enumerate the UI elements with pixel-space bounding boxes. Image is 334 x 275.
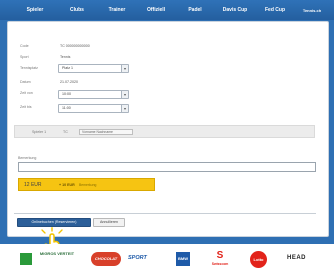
date-label: Datum — [20, 80, 31, 84]
sponsor-chocolat: CHOCOLAT — [91, 252, 121, 266]
sponsor-green-logo — [20, 253, 32, 265]
time-from-label: Zeit von — [20, 91, 33, 95]
divider — [14, 213, 316, 214]
player-name-value: Vorname Nachname — [82, 130, 113, 134]
code-label: Code — [20, 44, 29, 48]
sponsor-bar: MIGROS VERTEIT CHOCOLAT SPORT BMW S Swis… — [0, 244, 334, 275]
player-label: Spieler 1 — [32, 130, 47, 134]
nav-davis-cup[interactable]: Davis Cup — [214, 7, 256, 13]
nav-offiziell[interactable]: Offiziell — [136, 7, 176, 13]
book-online-button[interactable]: Onlinebuchen (Reservieren) — [17, 218, 91, 227]
time-to-label: Zeit bis — [20, 105, 32, 109]
sponsor-lotto: Lotto — [250, 251, 267, 268]
player-code: TC — [63, 130, 68, 134]
time-from-value: 10:00 — [62, 92, 71, 96]
nav-fed-cup[interactable]: Fed Cup — [256, 7, 294, 13]
price-note-tag: Bemerkung — [79, 183, 97, 187]
sport-value: Tennis — [60, 55, 71, 59]
nav-tennis-ch[interactable]: Tennis.ch — [294, 8, 330, 13]
court-label: Tennisplatz — [20, 66, 38, 70]
price-amount: 12 EUR — [24, 182, 42, 188]
time-to-value: 11:00 — [62, 106, 71, 110]
swisscom-s-icon: S — [216, 250, 224, 261]
sponsor-head: HEAD — [287, 255, 307, 261]
player-name-field[interactable]: Vorname Nachname — [79, 129, 133, 135]
top-navigation: Spieler Clubs Trainer Offiziell Padel Da… — [0, 0, 334, 20]
sponsor-migros: MIGROS VERTEIT — [39, 251, 75, 256]
court-select[interactable]: Platz 1 ▾ — [58, 64, 129, 73]
date-value: 21.07.2020 — [60, 80, 78, 84]
sponsor-swisscom: Swisscom — [211, 262, 229, 266]
time-from-select[interactable]: 10:00 ▾ — [58, 90, 129, 99]
nav-spieler[interactable]: Spieler — [14, 7, 56, 13]
notes-input[interactable] — [18, 162, 316, 172]
nav-clubs[interactable]: Clubs — [56, 7, 98, 13]
sport-label: Sport — [20, 55, 29, 59]
sponsor-bmw: BMW — [176, 252, 190, 266]
price-banner: 12 EUR + 10 EUR Bemerkung — [18, 178, 155, 191]
chevron-down-icon: ▾ — [121, 65, 128, 72]
price-note: + 10 EUR — [59, 183, 75, 187]
notes-label: Bemerkung — [18, 156, 37, 160]
code-value: TC 000000000000 — [60, 44, 90, 48]
time-to-select[interactable]: 11:00 ▾ — [58, 104, 129, 113]
court-select-value: Platz 1 — [62, 66, 73, 70]
nav-padel[interactable]: Padel — [176, 7, 214, 13]
sponsor-sport: SPORT — [128, 255, 147, 261]
chevron-down-icon: ▾ — [121, 105, 128, 112]
chevron-down-icon: ▾ — [121, 91, 128, 98]
player-row: Spieler 1 TC Vorname Nachname — [14, 125, 315, 138]
cancel-button[interactable]: Annullieren — [93, 218, 125, 227]
nav-trainer[interactable]: Trainer — [98, 7, 136, 13]
